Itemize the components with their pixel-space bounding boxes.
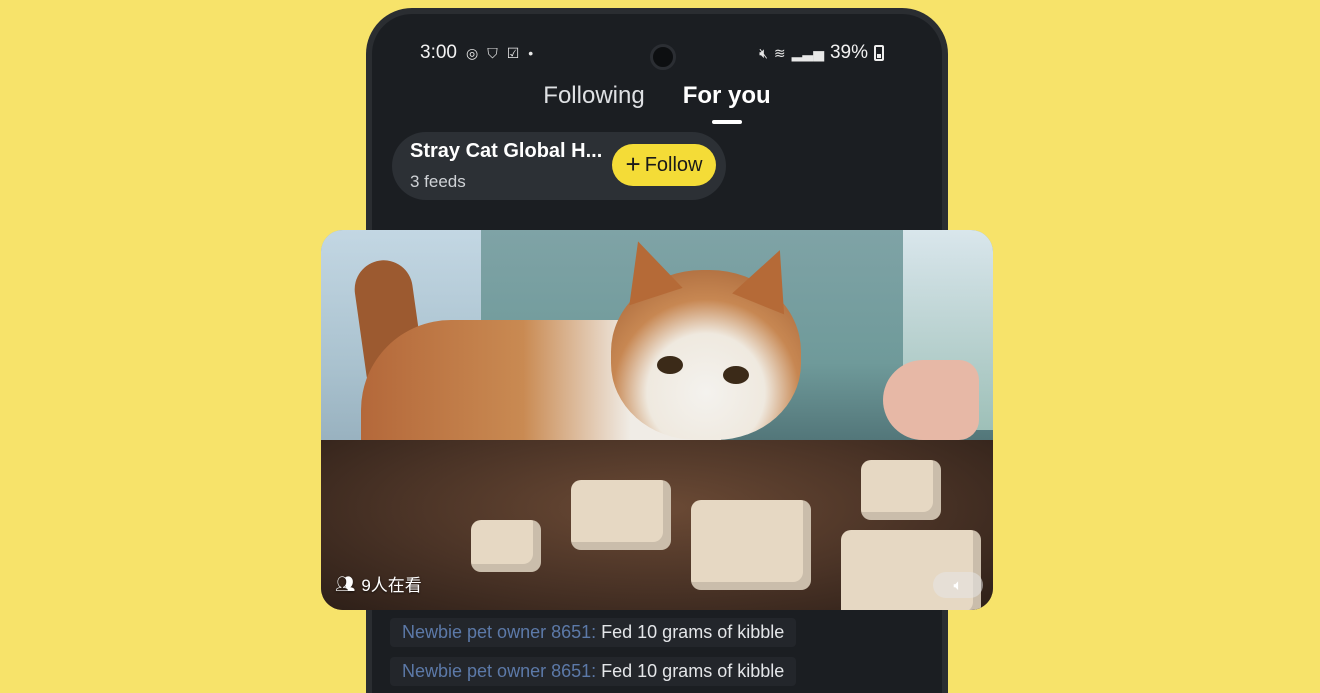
- channel-subtitle: 3 feeds: [410, 172, 466, 191]
- shield-icon: ⛉: [487, 44, 498, 61]
- tab-for-you[interactable]: For you: [683, 82, 771, 124]
- cat-eye: [657, 356, 683, 374]
- kibble-piece: [571, 480, 671, 550]
- speaker-icon[interactable]: 🔈︎: [933, 572, 983, 598]
- check-square-icon: ☑: [506, 44, 520, 61]
- feed-user[interactable]: Newbie pet owner 8651:: [402, 661, 596, 681]
- kibble-piece: [471, 520, 541, 572]
- cat-head: [611, 232, 806, 440]
- battery-percent: 39%: [829, 42, 868, 63]
- list-item: Newbie pet owner 8651: Fed 10 grams of k…: [390, 618, 797, 647]
- feed-message: Fed 10 grams of kibble: [601, 622, 785, 642]
- feed-message: Fed 10 grams of kibble: [601, 661, 785, 681]
- wifi-icon: ≋: [773, 44, 786, 61]
- feed-tabs: Following For you: [372, 82, 942, 124]
- channel-card[interactable]: Stray Cat Global H... 3 feeds + Follow: [392, 132, 726, 200]
- follow-label: Follow: [644, 153, 703, 176]
- follow-button[interactable]: + Follow: [612, 144, 716, 186]
- activity-feed: Newbie pet owner 8651: Fed 10 grams of k…: [390, 618, 797, 693]
- list-item: Newbie pet owner 8651: Fed 10 grams of k…: [390, 657, 797, 686]
- mute-icon: 🔇︎: [759, 44, 768, 61]
- people-icon: 👥︎: [335, 575, 356, 593]
- hand: [883, 360, 979, 440]
- viewer-count: 👥︎ 9人在看: [335, 571, 422, 596]
- feed-user[interactable]: Newbie pet owner 8651:: [402, 622, 596, 642]
- live-video-player[interactable]: 👥︎ 9人在看 🔈︎: [321, 230, 993, 610]
- battery-icon: [874, 45, 884, 61]
- status-time: 3:00: [420, 42, 457, 63]
- dot-icon: •: [528, 45, 534, 61]
- cat-ear: [732, 239, 806, 315]
- cat-eye: [723, 366, 749, 384]
- signal-icon: ▂▃▅: [791, 44, 824, 61]
- channel-name: Stray Cat Global H...: [410, 140, 603, 162]
- front-camera: [650, 44, 676, 70]
- kibble-piece: [841, 530, 981, 610]
- viewer-count-label: 9人在看: [361, 576, 422, 595]
- cat-ear: [611, 232, 683, 306]
- circle-gauge-icon: ◎: [465, 44, 479, 61]
- kibble-piece: [691, 500, 811, 590]
- plus-icon: +: [625, 148, 641, 179]
- tab-following[interactable]: Following: [543, 82, 644, 124]
- kibble-piece: [861, 460, 941, 520]
